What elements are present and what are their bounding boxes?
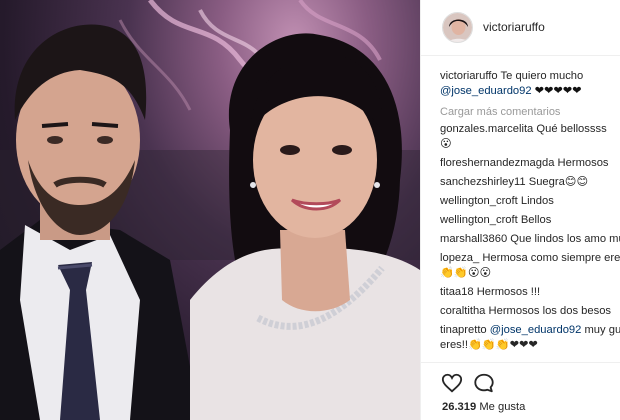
caption: victoriaruffo Te quiero mucho [440,69,620,84]
comment-text: muy gu [584,324,620,336]
speech-bubble-icon[interactable] [473,372,495,394]
list-item: sanchezshirley11 Suegra😊😊 [440,175,620,190]
comment-username[interactable]: wellington_croft [440,214,518,226]
comment-username[interactable]: sanchezshirley11 [440,176,526,188]
post-actions: 26.319 Me gusta [421,362,620,420]
comment-username[interactable]: floreshernandezmagda [440,157,554,169]
caption-text: Te quiero mucho [500,70,584,82]
list-item: gonzales.marcelita Qué bellossss [440,122,620,137]
comment-mention[interactable]: @jose_eduardo92 [490,324,582,336]
comment-username[interactable]: coraltitha [440,305,485,317]
comment-continuation: 👏👏😮😮 [440,267,492,279]
list-item: tinapretto @jose_eduardo92 muy gu [440,323,620,338]
post-photo[interactable] [0,0,420,420]
list-item: marshall3860 Que lindos los amo mu [440,232,620,247]
comment-text: Que lindos los amo mu [510,233,620,245]
photo-illustration [0,0,420,420]
comment-text: Hermosos [557,157,609,169]
list-item: wellington_croft Lindos [440,194,620,209]
comment-text: Hermosos los dos besos [488,305,612,317]
list-item: coraltitha Hermosos los dos besos [440,304,620,319]
likes-number: 26.319 [442,401,477,413]
comment-text: Suegra😊😊 [528,176,589,188]
post-sidebar: victoriaruffo victoriaruffo Te quiero mu… [420,0,620,420]
comment-text: Hermosos !!! [476,286,541,298]
header-username[interactable]: victoriaruffo [483,20,545,34]
heart-outline-icon[interactable] [441,372,463,394]
caption-mention[interactable]: @jose_eduardo92 [440,85,532,97]
list-item: lopeza_ Hermosa como siempre eres [440,251,620,266]
load-more-comments[interactable]: Cargar más comentarios [440,106,620,118]
list-item: floreshernandezmagda Hermosos [440,156,620,171]
comment-text: Hermosa como siempre eres [482,252,620,264]
comment-username[interactable]: lopeza_ [440,252,479,264]
post-header: victoriaruffo [421,0,620,56]
comment-username[interactable]: tinapretto [440,324,487,336]
comment-continuation: 😮 [440,138,452,150]
list-item: wellington_croft Bellos [440,213,620,228]
comment-username[interactable]: marshall3860 [440,233,507,245]
comment-username[interactable]: gonzales.marcelita [440,123,533,135]
comment-username[interactable]: wellington_croft [440,195,518,207]
avatar-image [443,13,472,42]
likes-label: Me gusta [479,401,526,413]
comment-username[interactable]: titaa18 [440,286,474,298]
caption-hearts: ❤❤❤❤❤ [534,85,582,97]
caption-line2: @jose_eduardo92 ❤❤❤❤❤ [440,84,620,99]
avatar[interactable] [442,12,473,43]
list-item: titaa18 Hermosos !!! [440,285,620,300]
caption-username[interactable]: victoriaruffo [440,70,498,82]
comment-text: Qué bellossss [536,123,607,135]
comment-text: Lindos [520,195,554,207]
comment-text: Bellos [520,214,552,226]
comment-continuation: eres!!👏👏👏❤❤❤ [440,339,538,351]
comments-list: victoriaruffo Te quiero mucho @jose_edua… [440,69,620,353]
likes-count[interactable]: 26.319 Me gusta [442,401,525,413]
